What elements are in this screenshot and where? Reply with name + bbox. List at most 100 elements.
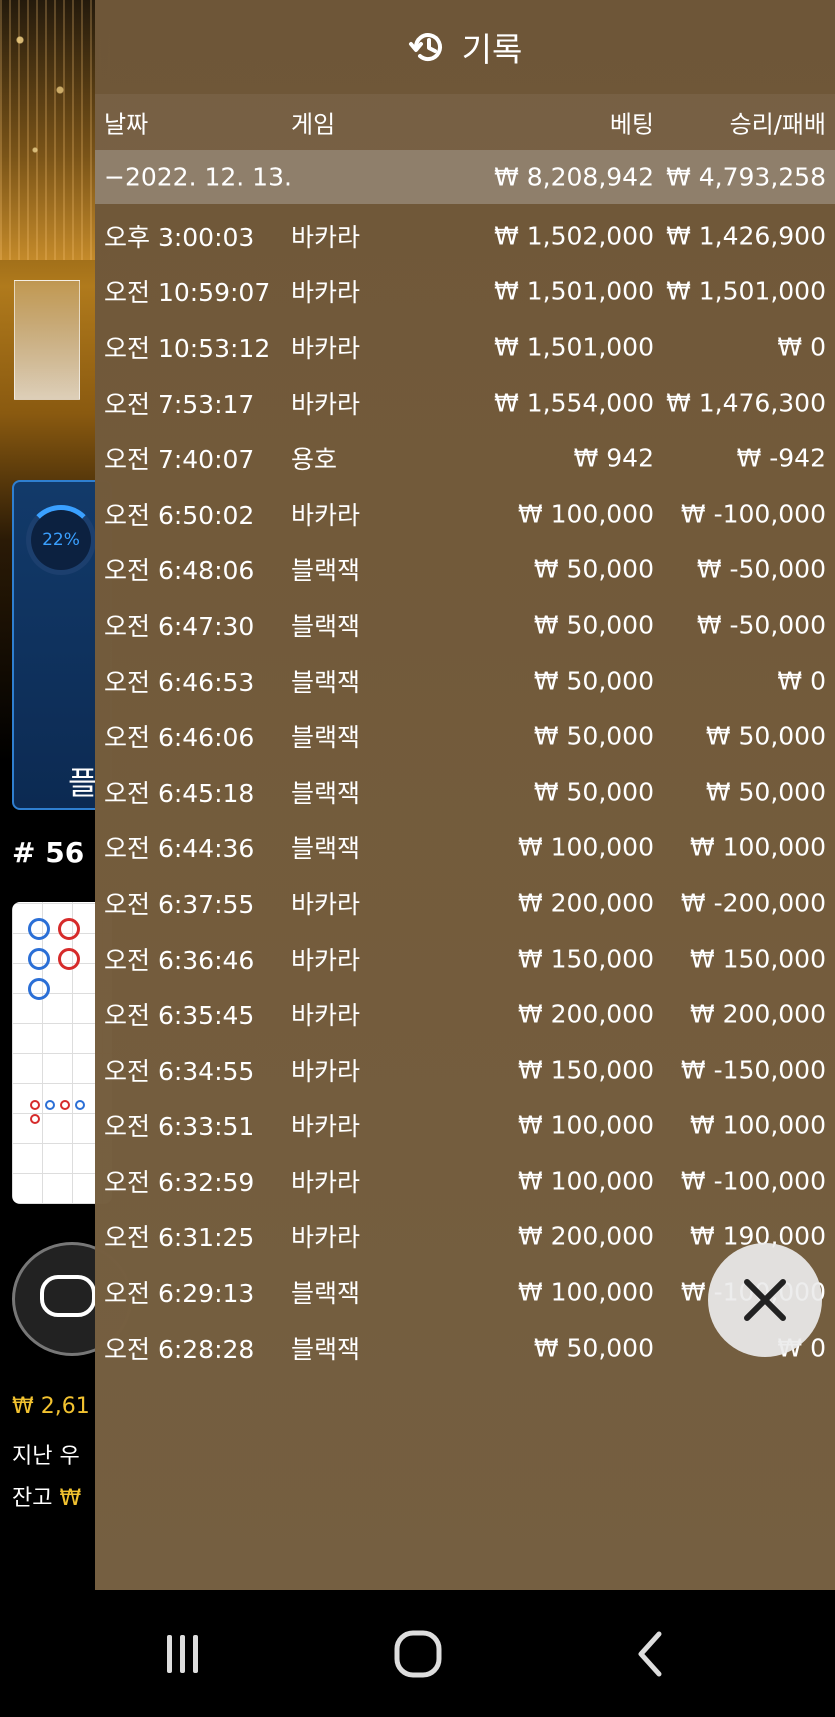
row-game: 바카라: [291, 389, 361, 419]
recent-apps-button[interactable]: [123, 1590, 243, 1717]
row-time: 오전 6:45:18: [104, 778, 255, 808]
row-time: 오후 3:00:03: [104, 222, 255, 252]
home-button[interactable]: [358, 1590, 478, 1717]
row-bet: ₩ 1,501,000: [494, 276, 654, 306]
back-icon: [638, 1631, 662, 1676]
bead-red: [58, 918, 80, 940]
row-time: 오전 6:28:28: [104, 1334, 255, 1364]
bead-small-blue: [75, 1100, 85, 1110]
row-bet: ₩ 942: [573, 443, 654, 473]
history-row: 오전 6:47:30 블랙잭 ₩ 50,000 ₩ -50,000: [95, 597, 835, 653]
bead-blue: [28, 948, 50, 970]
row-bet: ₩ 200,000: [517, 999, 654, 1029]
row-result: ₩ -100,000: [680, 1166, 826, 1196]
date-group-label: −2022. 12. 13.: [104, 162, 292, 192]
row-time: 오전 6:33:51: [104, 1112, 255, 1142]
date-group-header[interactable]: −2022. 12. 13. ₩ 8,208,942 ₩ 4,793,258: [95, 150, 835, 204]
row-game: 블랙잭: [291, 667, 361, 697]
row-bet: ₩ 100,000: [517, 1166, 654, 1196]
row-game: 블랙잭: [291, 1279, 361, 1309]
history-row: 오전 6:33:51 바카라 ₩ 100,000 ₩ 100,000: [95, 1098, 835, 1154]
row-result: ₩ -100,000: [680, 499, 826, 529]
row-game: 바카라: [291, 1223, 361, 1253]
row-time: 오전 6:37:55: [104, 889, 255, 919]
close-button[interactable]: [708, 1243, 822, 1357]
row-game: 블랙잭: [291, 834, 361, 864]
row-bet: ₩ 50,000: [533, 777, 654, 807]
row-result: ₩ 100,000: [689, 1110, 826, 1140]
row-game: 바카라: [291, 278, 361, 308]
history-row: 오전 6:48:06 블랙잭 ₩ 50,000 ₩ -50,000: [95, 542, 835, 598]
row-result: ₩ 150,000: [689, 944, 826, 974]
row-game: 바카라: [291, 333, 361, 363]
row-time: 오전 6:35:45: [104, 1001, 255, 1031]
row-bet: ₩ 150,000: [517, 944, 654, 974]
history-header: 기록: [95, 0, 835, 94]
bead-small-red: [60, 1100, 70, 1110]
row-bet: ₩ 50,000: [533, 554, 654, 584]
player-label: 플: [68, 764, 98, 802]
date-group-total-win: ₩ 4,793,258: [666, 162, 826, 192]
row-game: 블랙잭: [291, 723, 361, 753]
row-game: 바카라: [291, 1056, 361, 1086]
progress-ring: 22%: [26, 505, 96, 575]
row-time: 오전 6:48:06: [104, 556, 255, 586]
bead-small-blue: [45, 1100, 55, 1110]
row-bet: ₩ 1,501,000: [494, 332, 654, 362]
casino-backdrop: [0, 0, 110, 260]
row-bet: ₩ 50,000: [533, 721, 654, 751]
history-row: 오전 6:45:18 블랙잭 ₩ 50,000 ₩ 50,000: [95, 764, 835, 820]
round-number: # 56: [12, 836, 85, 869]
row-game: 바카라: [291, 1167, 361, 1197]
app-screen: 22% 플 # 56 ₩ 2,61 지난 우 잔고 ₩ 기록 날짜 게임 베팅 …: [0, 0, 835, 1717]
row-bet: ₩ 200,000: [517, 888, 654, 918]
recent-apps-icon: [167, 1634, 198, 1673]
bead-small-red: [30, 1100, 40, 1110]
row-time: 오전 6:32:59: [104, 1167, 255, 1197]
row-result: ₩ 50,000: [705, 721, 826, 751]
row-result: ₩ 1,476,300: [666, 388, 826, 418]
row-bet: ₩ 100,000: [517, 1277, 654, 1307]
row-time: 오전 6:50:02: [104, 500, 255, 530]
row-time: 오전 6:31:25: [104, 1223, 255, 1253]
row-result: ₩ 0: [777, 332, 826, 362]
row-game: 블랙잭: [291, 1334, 361, 1364]
row-bet: ₩ 100,000: [517, 832, 654, 862]
back-button[interactable]: [591, 1590, 711, 1717]
row-time: 오전 6:44:36: [104, 834, 255, 864]
balance-label: 잔고: [12, 1486, 53, 1511]
row-game: 블랙잭: [291, 778, 361, 808]
row-game: 블랙잭: [291, 611, 361, 641]
bead-red: [58, 948, 80, 970]
balance-row: 잔고 ₩: [12, 1480, 81, 1512]
bead-blue: [28, 918, 50, 940]
row-time: 오전 6:47:30: [104, 611, 255, 641]
row-bet: ₩ 150,000: [517, 1055, 654, 1085]
history-row: 오전 10:59:07 바카라 ₩ 1,501,000 ₩ 1,501,000: [95, 264, 835, 320]
row-time: 오전 10:59:07: [104, 278, 271, 308]
home-icon: [394, 1630, 442, 1677]
row-result: ₩ 200,000: [689, 999, 826, 1029]
history-row: 오후 3:00:03 바카라 ₩ 1,502,000 ₩ 1,426,900: [95, 208, 835, 264]
row-result: ₩ -200,000: [680, 888, 826, 918]
row-game: 바카라: [291, 1112, 361, 1142]
row-time: 오전 7:53:17: [104, 389, 255, 419]
history-icon: [408, 33, 442, 62]
row-bet: ₩ 50,000: [533, 1333, 654, 1363]
row-time: 오전 7:40:07: [104, 445, 255, 475]
history-row: 오전 10:53:12 바카라 ₩ 1,501,000 ₩ 0: [95, 319, 835, 375]
row-time: 오전 6:36:46: [104, 945, 255, 975]
chip-stack-icon: [40, 1275, 96, 1317]
row-bet: ₩ 50,000: [533, 666, 654, 696]
history-row: 오전 6:50:02 바카라 ₩ 100,000 ₩ -100,000: [95, 486, 835, 542]
total-bet-amount: ₩ 2,61: [12, 1394, 90, 1419]
history-rows: 오후 3:00:03 바카라 ₩ 1,502,000 ₩ 1,426,900 오전 10…: [95, 208, 835, 1375]
column-game: 게임: [291, 110, 336, 139]
history-panel: 기록 날짜 게임 베팅 승리/패배 −2022. 12. 13. ₩ 8,208…: [95, 0, 835, 1590]
history-row: 오전 6:31:25 바카라 ₩ 200,000 ₩ 190,000: [95, 1209, 835, 1265]
row-time: 오전 6:29:13: [104, 1279, 255, 1309]
column-bet: 베팅: [609, 110, 654, 139]
row-result: ₩ 1,501,000: [666, 276, 826, 306]
row-time: 오전 6:46:06: [104, 723, 255, 753]
history-row: 오전 6:44:36 블랙잭 ₩ 100,000 ₩ 100,000: [95, 820, 835, 876]
